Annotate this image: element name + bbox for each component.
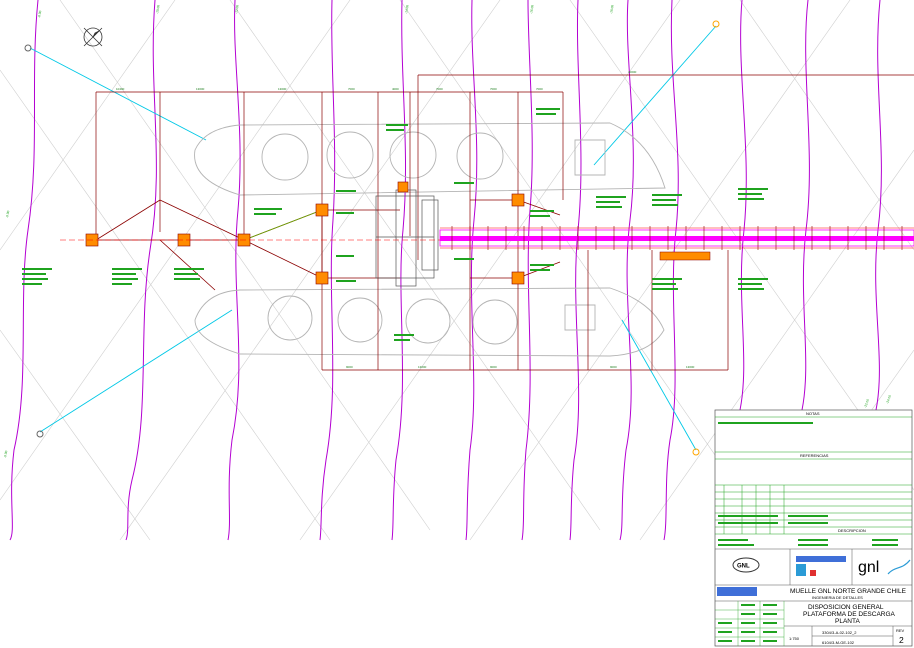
drawing-number-2: 6104/3-M-GE-102	[822, 640, 855, 645]
svg-text:-9.00: -9.00	[3, 450, 8, 458]
north-arrow-icon	[83, 27, 103, 47]
svg-text:-8.00: -8.00	[37, 10, 42, 18]
svg-text:9000: 9000	[346, 365, 353, 369]
title-block: NOTAS REFERENCIAS DESCRIPCION GNL gnl MU…	[714, 409, 913, 647]
notes-header: NOTAS	[806, 411, 820, 416]
contour-labels: -8.00 -10.00 -12.00 -14.00 -16.00 -18.00…	[3, 4, 892, 458]
dimension-values: 10400 13000 13000 7000 4000 7000 7000 70…	[116, 70, 695, 369]
engineering-logo	[717, 587, 757, 596]
references-header: REFERENCIAS	[800, 453, 829, 458]
dolphin-icon	[511, 271, 525, 285]
svg-text:7000: 7000	[490, 87, 497, 91]
unloading-platform	[375, 189, 439, 287]
revision-label: REV	[896, 628, 905, 633]
client-logo-text: GNL	[737, 564, 750, 570]
dolphin-icon	[511, 193, 525, 207]
drawing-number-1: 3304/3-A-02-102_2	[822, 630, 857, 635]
svg-text:-16.00: -16.00	[529, 4, 535, 14]
vessel-tanks-top	[261, 131, 504, 181]
owner-logo-text: gnl	[858, 559, 879, 576]
drawing-title-3: PLANTA	[835, 618, 860, 625]
svg-text:-9.00: -9.00	[5, 210, 10, 218]
revisions-header: DESCRIPCION	[838, 528, 866, 533]
contractor-logo	[796, 556, 846, 562]
svg-text:10400: 10400	[116, 87, 125, 91]
svg-text:13000: 13000	[196, 87, 205, 91]
svg-text:-18.00: -18.00	[609, 4, 615, 14]
svg-text:7000: 7000	[536, 87, 543, 91]
drawing-title-1: DISPOSICION GENERAL	[808, 604, 884, 611]
svg-text:13000: 13000	[418, 365, 427, 369]
svg-text:4000: 4000	[392, 87, 399, 91]
cad-drawing: -8.00 -10.00 -12.00 -14.00 -16.00 -18.00…	[0, 0, 914, 647]
scale-value: 1:750	[789, 636, 800, 641]
dimension-lines	[95, 74, 914, 371]
svg-text:13000: 13000	[686, 365, 695, 369]
drawing-title-2: PLATAFORMA DE DESCARGA	[803, 611, 896, 618]
svg-text:-24.00: -24.00	[885, 394, 892, 404]
structure-annotations	[22, 108, 768, 341]
dolphin-icon	[315, 203, 329, 217]
project-subtitle: INGENIERIA DE DETALLES	[812, 595, 863, 600]
svg-text:7000: 7000	[436, 87, 443, 91]
svg-text:40000: 40000	[628, 70, 637, 74]
svg-text:9000: 9000	[490, 365, 497, 369]
svg-text:-22.00: -22.00	[863, 398, 870, 408]
dolphin-icon-group	[85, 181, 525, 285]
svg-text:13000: 13000	[278, 87, 287, 91]
svg-text:9000: 9000	[610, 365, 617, 369]
dolphin-icon	[315, 271, 329, 285]
dolphin-icon	[397, 181, 409, 193]
revision-number: 2	[899, 635, 904, 645]
svg-text:-10.00: -10.00	[155, 4, 161, 14]
project-title: MUELLE GNL NORTE GRANDE CHILE	[790, 588, 907, 595]
vessel-tanks-bottom	[267, 295, 518, 345]
svg-text:7000: 7000	[348, 87, 355, 91]
